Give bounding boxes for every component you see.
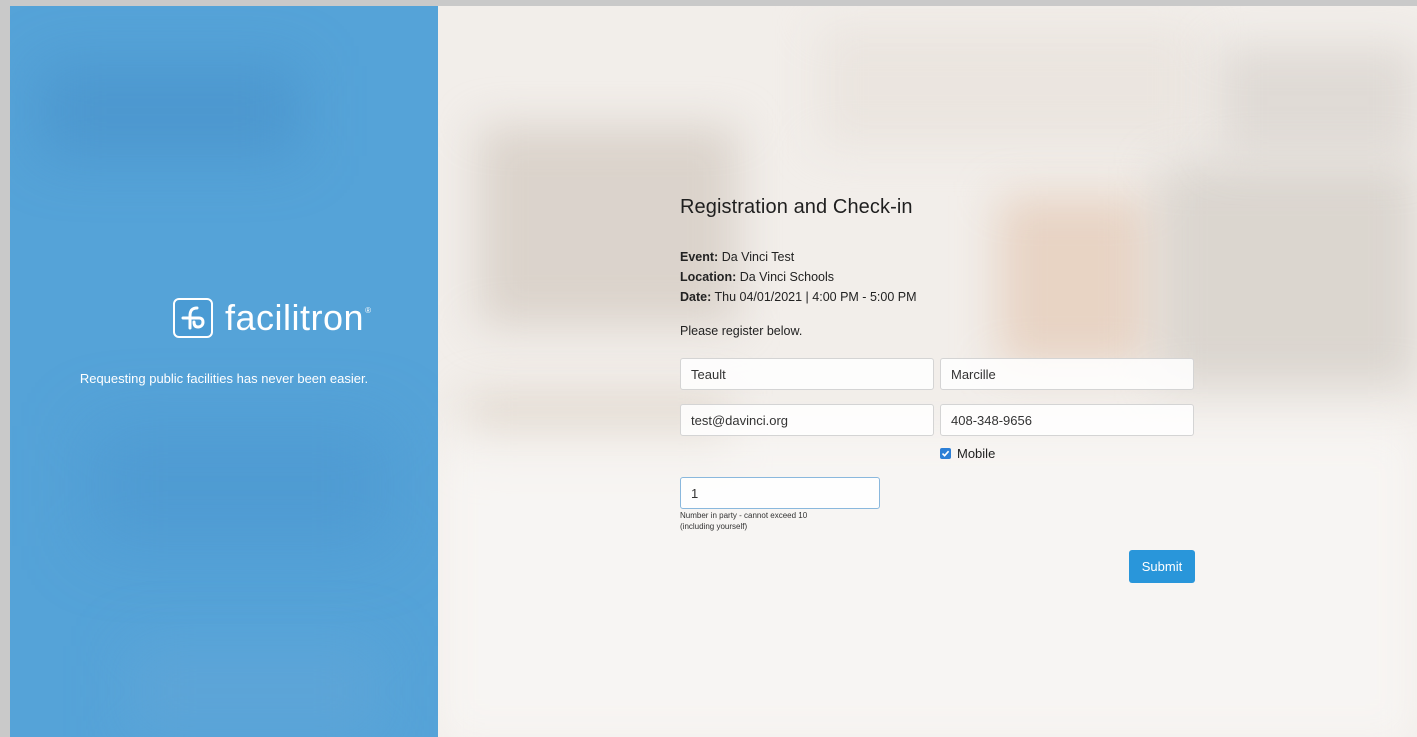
mobile-label: Mobile <box>957 446 996 461</box>
event-value: Da Vinci Test <box>721 250 795 264</box>
page-title: Registration and Check-in <box>680 196 913 218</box>
location-label: Location: <box>680 270 737 284</box>
page-frame: facilitron ® Requesting public facilitie… <box>10 6 1417 737</box>
event-info: Event: Da Vinci Test <box>680 250 794 264</box>
check-icon <box>941 450 950 457</box>
first-name-input[interactable] <box>680 358 934 390</box>
party-size-input[interactable] <box>680 477 880 509</box>
brand-name: facilitron <box>225 297 365 338</box>
location-value: Da Vinci Schools <box>739 270 834 284</box>
registered-mark: ® <box>365 306 371 315</box>
party-hint-line2: (including yourself) <box>680 522 748 531</box>
date-value: Thu 04/01/2021 | 4:00 PM - 5:00 PM <box>714 290 917 304</box>
facilitron-logo-icon <box>173 298 214 338</box>
mobile-checkbox[interactable] <box>940 448 951 459</box>
last-name-input[interactable] <box>940 358 1194 390</box>
date-label: Date: <box>680 290 712 304</box>
date-info: Date: Thu 04/01/2021 | 4:00 PM - 5:00 PM <box>680 290 917 304</box>
register-instructions: Please register below. <box>680 324 803 338</box>
event-label: Event: <box>680 250 719 264</box>
location-info: Location: Da Vinci Schools <box>680 270 834 284</box>
phone-input[interactable] <box>940 404 1194 436</box>
brand-logo: facilitron ® <box>10 298 438 338</box>
brand-panel: facilitron ® Requesting public facilitie… <box>10 6 438 737</box>
party-hint-line1: Number in party - cannot exceed 10 <box>680 511 808 520</box>
mobile-checkbox-row[interactable]: Mobile <box>940 446 995 461</box>
email-input[interactable] <box>680 404 934 436</box>
party-size-hint: Number in party - cannot exceed 10 (incl… <box>680 510 910 532</box>
brand-tagline: Requesting public facilities has never b… <box>79 371 369 386</box>
submit-button[interactable]: Submit <box>1129 550 1195 583</box>
